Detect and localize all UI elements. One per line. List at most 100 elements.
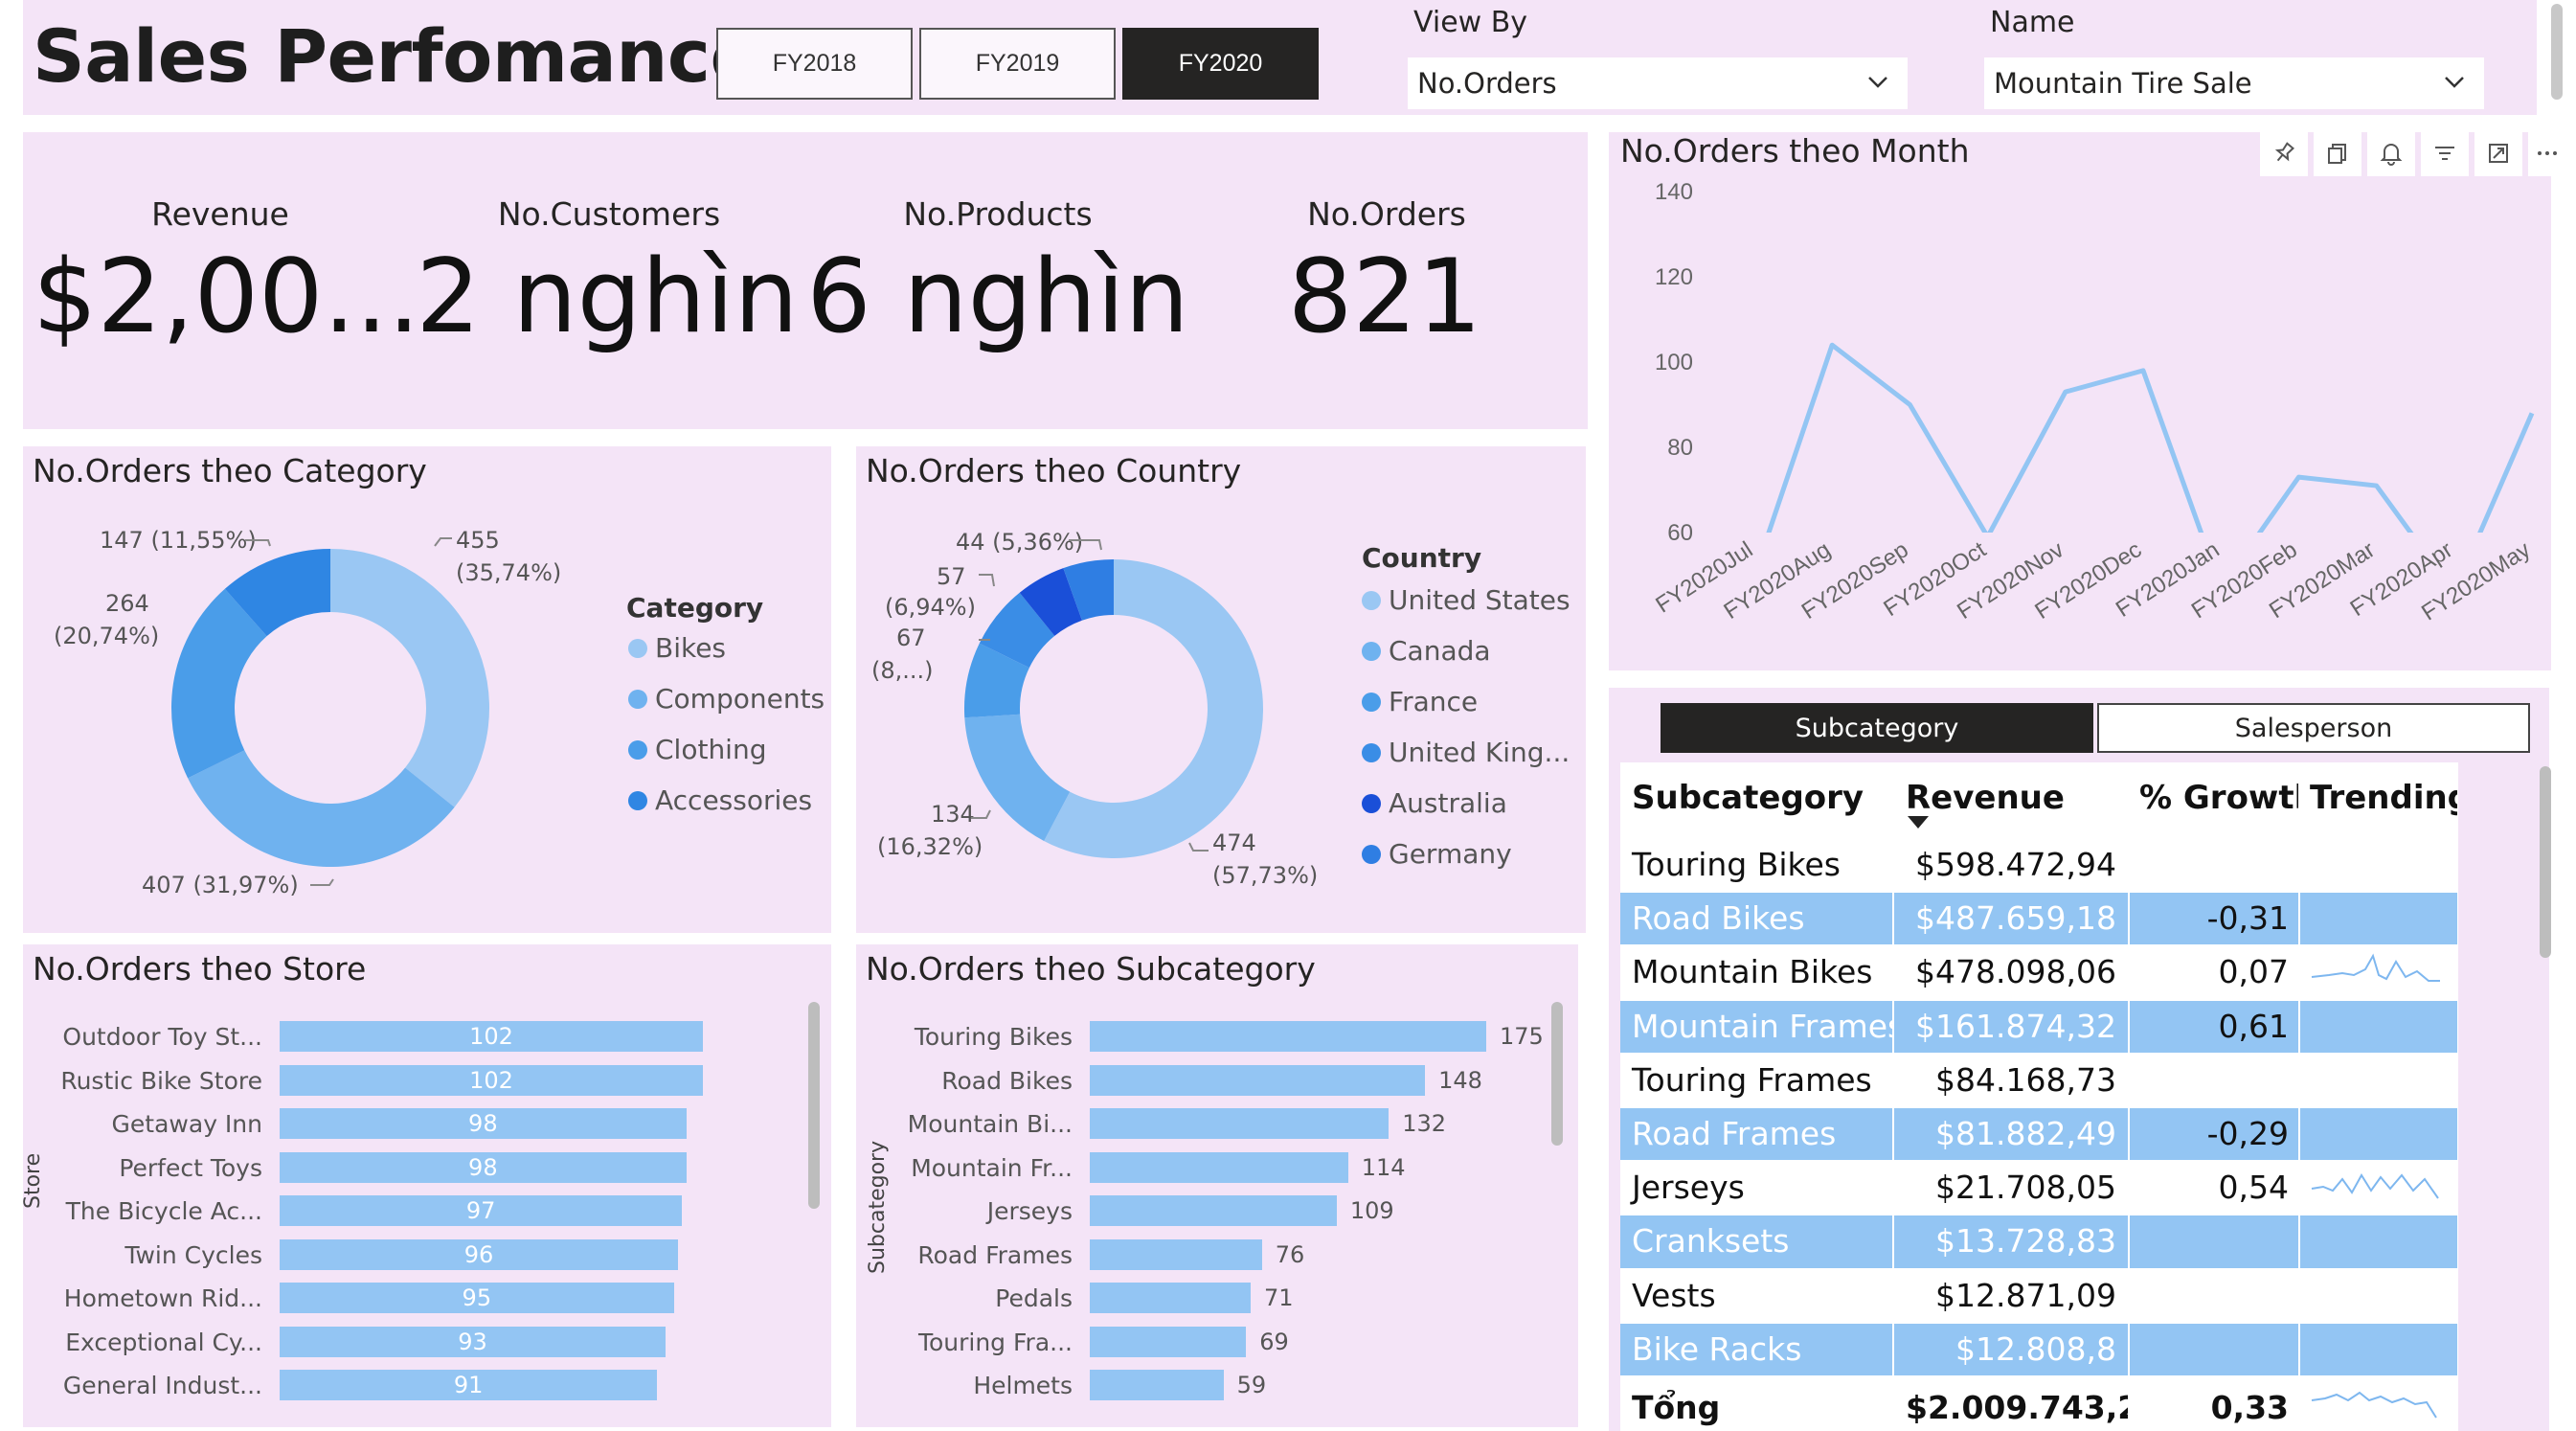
country-legend-item-united-king[interactable]: United King... xyxy=(1362,737,1570,768)
tab-subcategory[interactable]: Subcategory xyxy=(1661,703,2093,753)
bar-data-label: 109 xyxy=(1349,1197,1394,1224)
pin-icon[interactable] xyxy=(2260,130,2308,176)
category-legend-label: Accessories xyxy=(655,784,813,816)
bar-category-label: Outdoor Toy St... xyxy=(62,1023,262,1051)
table-cell-trending xyxy=(2300,893,2457,945)
bar-category-label: Road Frames xyxy=(917,1240,1073,1269)
category-legend-item-components[interactable]: Components xyxy=(628,683,825,715)
bar-road-bikes[interactable] xyxy=(1090,1064,1426,1096)
table-cell-growth xyxy=(2130,1054,2298,1106)
table-total-growth: 0,33 xyxy=(2130,1381,2298,1431)
bar-helmets[interactable] xyxy=(1090,1370,1224,1400)
page-title: Sales Perfomance xyxy=(33,13,759,99)
bar-data-label: 114 xyxy=(1361,1153,1406,1181)
bar-mountain-bi[interactable] xyxy=(1090,1108,1390,1139)
table-cell-subcategory: Road Bikes xyxy=(1620,893,1892,945)
copy-icon[interactable] xyxy=(2314,130,2361,176)
name-label: Name xyxy=(1990,6,2075,39)
kpi-revenue-label: Revenue xyxy=(151,195,289,233)
category-legend-label: Bikes xyxy=(655,632,727,664)
table-cell-growth: -0,29 xyxy=(2130,1108,2298,1161)
table-cell-trending xyxy=(2300,1054,2457,1106)
page-scrollbar[interactable] xyxy=(2551,4,2563,100)
table-cell-revenue: $81.882,49 xyxy=(1894,1108,2128,1161)
category-legend-label: Clothing xyxy=(655,734,767,765)
name-dropdown[interactable]: Mountain Tire Sale xyxy=(1984,57,2484,109)
bar-pedals[interactable] xyxy=(1090,1283,1251,1313)
more-options-icon[interactable] xyxy=(2528,130,2566,176)
bar-category-label: Jerseys xyxy=(986,1197,1073,1225)
bar-data-label: 91 xyxy=(453,1372,484,1398)
filter-icon[interactable] xyxy=(2421,130,2469,176)
view-by-dropdown[interactable]: No.Orders xyxy=(1408,57,1908,109)
legend-dot-icon xyxy=(1362,590,1381,610)
y-tick-label: 60 xyxy=(1667,520,1693,546)
legend-dot-icon xyxy=(1362,844,1381,864)
table-cell-trending xyxy=(2300,1323,2457,1375)
bar-data-label: 132 xyxy=(1402,1110,1447,1137)
table-cell-subcategory: Road Frames xyxy=(1620,1108,1892,1161)
country-legend-item-australia[interactable]: Australia xyxy=(1362,787,1507,819)
column-header-revenue[interactable]: Revenue xyxy=(1894,766,2128,829)
table-cell-subcategory: Cranksets xyxy=(1620,1215,1892,1268)
bar-category-label: Hometown Rid... xyxy=(63,1284,262,1312)
table-cell-trending xyxy=(2300,1000,2457,1053)
table-cell-revenue: $84.168,73 xyxy=(1894,1054,2128,1106)
bar-data-label: 175 xyxy=(1500,1023,1544,1050)
table-scrollbar[interactable] xyxy=(2540,766,2551,958)
kpi-products-label: No.Products xyxy=(903,195,1093,233)
trend-sparkline xyxy=(2311,953,2440,983)
bar-category-label: Mountain Fr... xyxy=(911,1153,1073,1182)
column-header-growth[interactable]: % Growth xyxy=(2130,766,2298,829)
bar-mountain-fr[interactable] xyxy=(1090,1151,1348,1183)
kpi-customers-value: 2 nghìn xyxy=(416,238,799,355)
legend-dot-icon xyxy=(1362,793,1381,813)
table-cell-trending xyxy=(2300,946,2457,999)
bar-category-label: Exceptional Cy... xyxy=(65,1328,262,1356)
kpi-customers-label: No.Customers xyxy=(497,195,721,233)
country-legend-item-united-states[interactable]: United States xyxy=(1362,584,1570,616)
category-legend-item-bikes[interactable]: Bikes xyxy=(628,632,726,664)
tab-salesperson[interactable]: Salesperson xyxy=(2097,703,2530,753)
month-line-chart[interactable]: 1401201008060FY2020JulFY2020AugFY2020Sep… xyxy=(1609,172,2551,632)
column-header-trending[interactable]: Trending xyxy=(2300,766,2457,829)
y-tick-label: 120 xyxy=(1655,264,1693,290)
table-cell-trending xyxy=(2300,1269,2457,1322)
table-cell-revenue: $21.708,05 xyxy=(1894,1162,2128,1215)
chevron-down-icon xyxy=(1868,77,1887,88)
subcategory-chart-title: No.Orders theo Subcategory xyxy=(866,950,1316,988)
table-cell-revenue: $13.728,83 xyxy=(1894,1215,2128,1268)
country-legend-item-germany[interactable]: Germany xyxy=(1362,838,1512,870)
category-legend-item-clothing[interactable]: Clothing xyxy=(628,734,766,765)
country-legend-label: United States xyxy=(1389,584,1570,616)
bar-touring-fra[interactable] xyxy=(1090,1326,1247,1357)
bell-icon[interactable] xyxy=(2367,130,2415,176)
table-cell-trending xyxy=(2300,1215,2457,1268)
table-cell-growth xyxy=(2130,1323,2298,1375)
focus-mode-icon[interactable] xyxy=(2474,130,2522,176)
month-chart-title: No.Orders theo Month xyxy=(1620,132,1970,170)
table-cell-revenue: $478.098,06 xyxy=(1894,946,2128,999)
fy2020-button[interactable]: FY2020 xyxy=(1122,28,1319,100)
country-legend-label: Australia xyxy=(1389,787,1507,819)
kpi-orders-label: No.Orders xyxy=(1307,195,1466,233)
category-legend-title: Category xyxy=(626,592,764,624)
fy2019-button[interactable]: FY2019 xyxy=(919,28,1116,100)
bar-category-label: Touring Fra... xyxy=(917,1328,1073,1356)
bar-road-frames[interactable] xyxy=(1090,1238,1262,1270)
legend-dot-icon xyxy=(628,739,647,760)
bar-jerseys[interactable] xyxy=(1090,1195,1337,1226)
category-legend-item-accessories[interactable]: Accessories xyxy=(628,784,812,816)
column-header-subcategory[interactable]: Subcategory xyxy=(1620,766,1892,829)
subcategory-chart-scrollbar[interactable] xyxy=(1551,1002,1563,1146)
table-cell-revenue: $598.472,94 xyxy=(1894,839,2128,892)
table-cell-subcategory: Bike Racks xyxy=(1620,1323,1892,1375)
country-legend-item-canada[interactable]: Canada xyxy=(1362,635,1491,667)
sort-descending-icon[interactable] xyxy=(1908,816,1929,829)
country-legend-item-france[interactable]: France xyxy=(1362,686,1478,717)
bar-touring-bikes[interactable] xyxy=(1090,1021,1486,1052)
bar-data-label: 96 xyxy=(463,1240,494,1268)
fy2018-button[interactable]: FY2018 xyxy=(716,28,913,100)
table-cell-subcategory: Mountain Frames xyxy=(1620,1000,1892,1053)
table-cell-subcategory: Jerseys xyxy=(1620,1162,1892,1215)
